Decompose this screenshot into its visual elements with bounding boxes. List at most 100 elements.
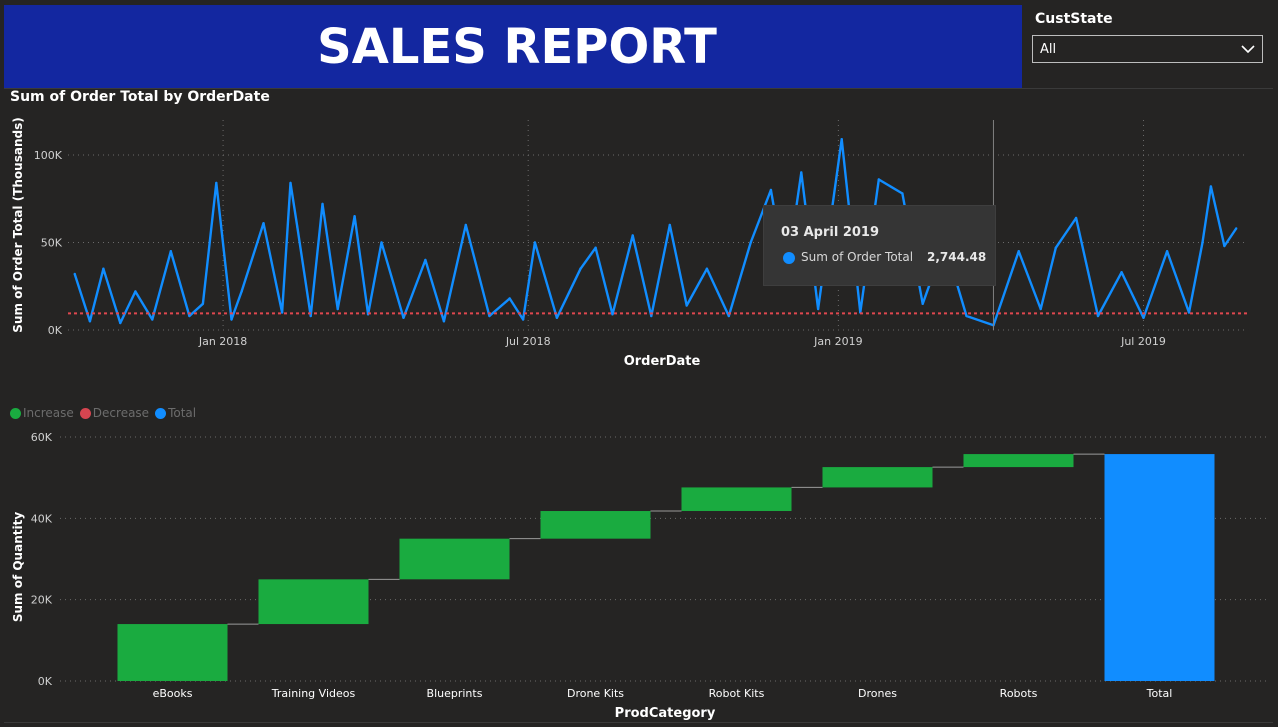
decrease-dot-icon [79, 407, 91, 419]
data-point [151, 318, 154, 321]
data-point [533, 241, 537, 244]
data-point [88, 320, 92, 323]
x-tick-label: Jan 2018 [198, 335, 247, 348]
data-point [188, 314, 191, 318]
custstate-slicer: CustState All [1022, 5, 1273, 88]
y-tick-label: 60K [31, 431, 53, 444]
x-tick-label: Training Videos [271, 687, 356, 700]
x-tick-label: eBooks [153, 687, 193, 700]
x-tick-label: Blueprints [427, 687, 483, 700]
y-tick-label: 50K [41, 237, 63, 250]
data-point [464, 223, 468, 227]
data-point [424, 258, 427, 262]
line-chart-tooltip: 03 April 2019 Sum of Order Total 2,744.4… [763, 205, 996, 286]
y-tick-label: 40K [31, 512, 53, 525]
data-point [800, 171, 803, 174]
data-point [705, 267, 709, 270]
x-tick-label: Jan 2019 [813, 335, 862, 348]
data-point [488, 314, 491, 318]
data-point [73, 272, 76, 276]
bar-training-videos [258, 579, 369, 625]
bar-total [1104, 454, 1215, 681]
data-point [201, 302, 205, 305]
data-point [1165, 250, 1169, 253]
data-point [1209, 185, 1213, 188]
data-point [840, 138, 843, 141]
data-point [289, 181, 292, 185]
increase-dot-icon [10, 407, 21, 419]
data-point [555, 316, 559, 319]
chevron-down-icon [1241, 45, 1255, 54]
tooltip-series-dot-icon [783, 252, 795, 264]
custstate-dropdown[interactable]: All [1032, 35, 1263, 63]
data-point [668, 223, 671, 227]
y-axis-title: Sum of Order Total (Thousands) [11, 117, 25, 332]
data-point [611, 313, 614, 316]
data-point [309, 314, 312, 318]
bar-ebooks [117, 624, 228, 681]
legend-item-total[interactable]: Total [155, 406, 196, 420]
data-point [579, 267, 582, 270]
data-point [521, 318, 525, 321]
data-point [119, 321, 122, 325]
data-point [353, 215, 356, 218]
series-line-sum-of-order-total [73, 138, 1238, 327]
y-tick-label: 0K [48, 324, 63, 337]
x-tick-label: Jul 2018 [505, 335, 551, 348]
report-bottom-border [4, 722, 1273, 723]
legend-item-increase[interactable]: Increase [10, 406, 74, 420]
data-point [877, 178, 881, 181]
report-title: SALES REPORT [317, 18, 717, 75]
data-point [380, 241, 383, 244]
data-point [727, 314, 730, 318]
legend-item-decrease[interactable]: Decrease [79, 406, 150, 420]
data-point [1187, 311, 1191, 314]
data-point [1201, 241, 1204, 244]
x-tick-label: Robots [1000, 687, 1038, 700]
data-point [230, 318, 233, 321]
line-chart-title: Sum of Order Total by OrderDate [10, 89, 270, 105]
line-chart[interactable]: 0K 50K 100K Jan 2018 Jul 2018 Jan 2019 Jul 201… [0, 108, 1278, 380]
data-point [1223, 244, 1226, 248]
legend-label-increase: Increase [23, 406, 74, 420]
data-point [296, 225, 299, 228]
x-tick-label: Drone Kits [567, 687, 624, 700]
bar-robot-kits [681, 487, 792, 512]
report-banner: SALES REPORT [4, 5, 1022, 88]
legend-label-total: Total [168, 406, 197, 420]
x-axis-title: OrderDate [624, 354, 701, 369]
legend-label-decrease: Decrease [92, 406, 150, 420]
data-point [901, 192, 904, 195]
data-point [650, 314, 653, 318]
bar-drone-kits [540, 511, 651, 539]
data-point [1074, 216, 1078, 220]
data-point [1096, 314, 1100, 318]
waterfall-chart[interactable]: 0K 20K 40K 60K eBooks Training Videos Blueprin… [0, 425, 1278, 722]
tooltip-date: 03 April 2019 [781, 225, 880, 240]
data-point [1017, 250, 1020, 253]
y-tick-label: 100K [34, 149, 63, 162]
data-point [169, 250, 173, 253]
data-point [965, 314, 968, 318]
data-point [336, 307, 339, 311]
data-point [402, 316, 405, 319]
data-point [442, 320, 446, 323]
data-point [215, 181, 218, 185]
x-axis-title: ProdCategory [615, 706, 716, 721]
total-dot-icon [155, 407, 167, 419]
data-point [1120, 271, 1123, 274]
bar-robots [963, 454, 1074, 468]
data-point [321, 202, 324, 206]
data-point [102, 267, 105, 270]
data-point [631, 234, 634, 237]
y-tick-label: 20K [31, 594, 53, 607]
data-point [240, 290, 243, 293]
data-point [921, 302, 924, 305]
data-point [134, 290, 137, 293]
bar-blueprints [399, 538, 510, 580]
x-tick-label: Drones [858, 687, 897, 700]
tooltip-series-name: Sum of Order Total [801, 250, 914, 264]
data-point [769, 188, 773, 192]
y-tick-label: 0K [38, 675, 53, 688]
data-point [816, 307, 820, 311]
